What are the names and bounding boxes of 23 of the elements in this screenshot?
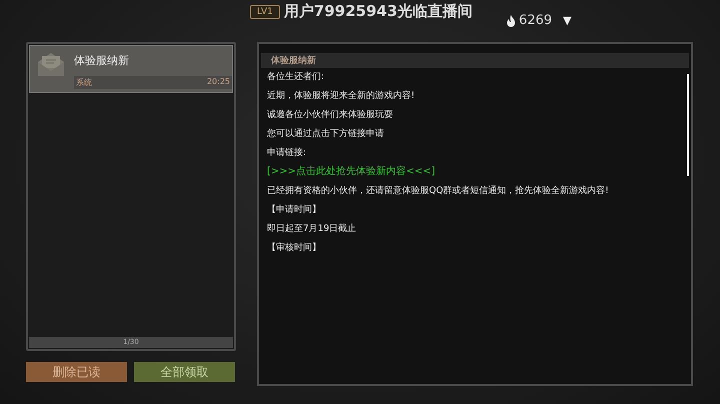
mail-subject: 体验服纳新 <box>74 53 130 68</box>
mail-text: 各位生还者们: <box>267 70 326 84</box>
mail-title: 体验服纳新 <box>261 53 689 68</box>
mail-text: 申请链接: <box>267 146 308 160</box>
mail-time: 20:25 <box>206 77 230 88</box>
heat-count: 6269 <box>518 13 552 28</box>
mail-text: 【申请时间】 <box>267 204 322 217</box>
mail-text: 【审核时间】 <box>267 242 322 255</box>
delete-read-button[interactable]: 删除已读 <box>26 362 127 382</box>
level-badge: LV1 <box>250 5 280 19</box>
mail-sender: 系统 <box>76 77 92 88</box>
mail-text: 已经拥有资格的小伙伴，还请留意体验服QQ群或者短信通知，抢先体验全新游戏内容! <box>267 184 610 198</box>
apply-link[interactable]: [>>>点击此处抢先体验新内容<<<] <box>267 165 683 179</box>
envelope-icon <box>36 50 66 78</box>
claim-all-button[interactable]: 全部领取 <box>134 362 235 382</box>
mail-text: 您可以通过点击下方链接申请 <box>267 128 385 141</box>
stream-title: 用户79925943光临直播间 <box>284 2 474 20</box>
dropdown-button[interactable]: ▼ <box>563 14 572 27</box>
flame-icon <box>506 14 516 26</box>
mail-text: 诚邀各位小伙伴们来体验服玩耍 <box>267 108 394 122</box>
mail-text: 近期，体验服将迎来全新的游戏内容! <box>267 90 416 103</box>
mail-item[interactable]: 体验服纳新 系统 20:25 <box>29 45 233 93</box>
mail-text: 即日起至7月19日截止 <box>267 222 358 236</box>
